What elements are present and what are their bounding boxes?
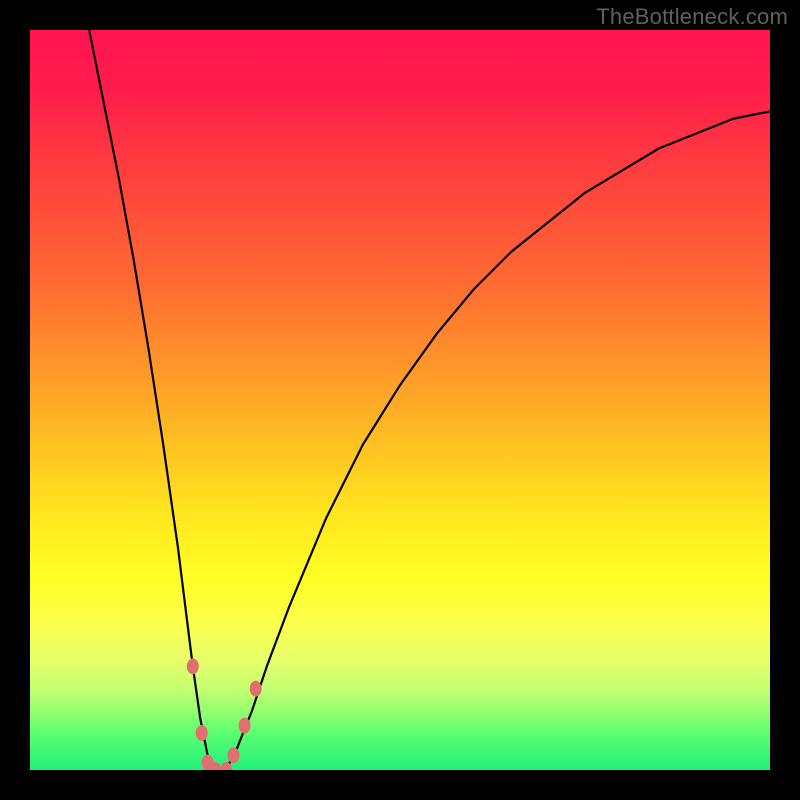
curve-marker xyxy=(239,718,251,734)
watermark-label: TheBottleneck.com xyxy=(596,4,788,30)
curve-marker xyxy=(187,658,199,674)
curve-marker xyxy=(196,725,208,741)
plot-area xyxy=(30,30,770,770)
chart-frame: TheBottleneck.com xyxy=(0,0,800,800)
curve-marker xyxy=(250,681,262,697)
bottleneck-curve xyxy=(30,30,770,770)
curve-marker xyxy=(228,747,240,763)
